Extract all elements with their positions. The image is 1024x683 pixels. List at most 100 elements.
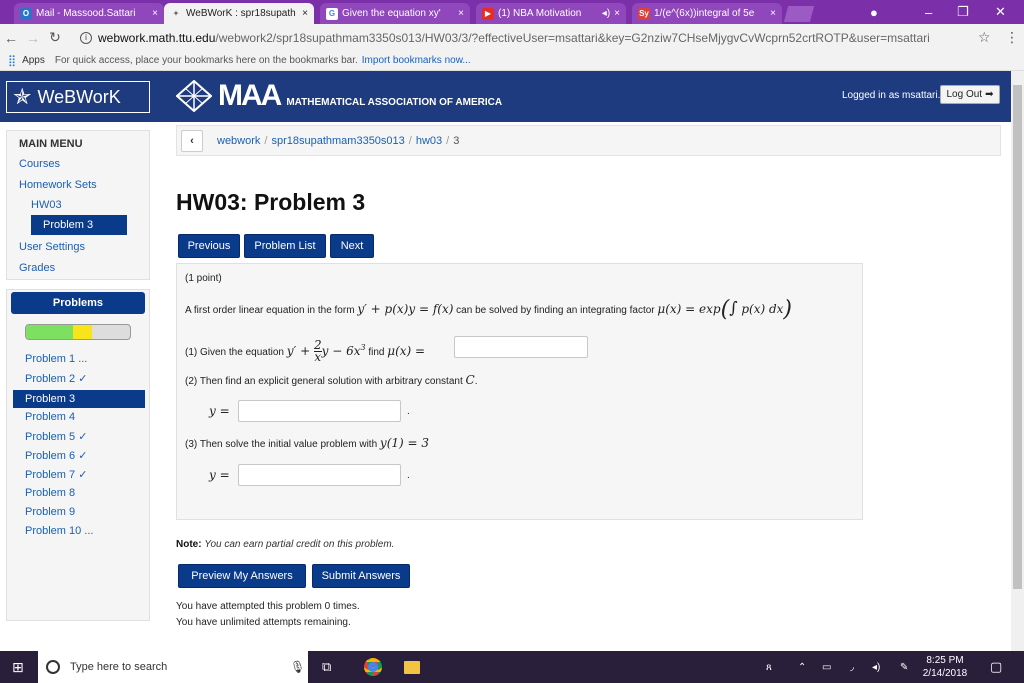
breadcrumb-set[interactable]: hw03 [416, 135, 442, 147]
cortana-icon [46, 660, 60, 674]
attempts-remaining-label: You have unlimited attempts remaining. [176, 617, 351, 628]
close-icon[interactable]: × [458, 8, 464, 19]
action-center-icon[interactable]: ▢ [990, 651, 1002, 683]
next-button[interactable]: Next [330, 234, 374, 258]
maa-icon [176, 80, 212, 112]
tab-youtube[interactable]: ▶ (1) NBA Motivation ◂) × [476, 3, 626, 24]
address-bar-row: ← → ↻ i webwork.math.ttu.edu/webwork2/sp… [0, 24, 1024, 51]
bookmark-star-icon[interactable]: ☆ [978, 29, 991, 46]
volume-icon[interactable]: ◂) [872, 651, 880, 683]
problem-link-5[interactable]: Problem 5 ✓ [25, 430, 87, 443]
pen-icon[interactable]: ✎ [900, 651, 908, 683]
taskbar-clock[interactable]: 8:25 PM 2/14/2018 [920, 654, 970, 680]
problems-panel: Problems Problem 1 ... Problem 2 ✓ Probl… [6, 289, 150, 621]
page-scrollbar[interactable] [1011, 71, 1024, 651]
close-icon[interactable]: × [152, 8, 158, 19]
page-header: ✯ WeBWorK MAA MATHEMATICAL ASSOCIATION O… [0, 71, 1011, 122]
close-icon[interactable]: × [770, 8, 776, 19]
attempts-label: You have attempted this problem 0 times. [176, 601, 360, 612]
tab-webwork[interactable]: ✦ WeBWorK : spr18supath × [164, 3, 314, 24]
ode-form: y′ + p(x)y = f(x) [357, 302, 454, 316]
problem-link-3[interactable]: Problem 3 [13, 390, 145, 408]
chevron-up-icon[interactable]: ⌃ [798, 651, 806, 683]
back-icon[interactable]: ← [0, 30, 22, 46]
close-window-icon[interactable]: ✕ [995, 0, 1006, 24]
y-equals-label-1: y = [209, 404, 230, 418]
progress-bar [25, 324, 131, 340]
wifi-icon[interactable]: ◞ [850, 651, 854, 683]
question-2: (2) Then find an explicit general soluti… [185, 373, 478, 387]
problem-link-8[interactable]: Problem 8 [25, 487, 75, 499]
close-icon[interactable]: × [614, 8, 620, 19]
preview-answers-button[interactable]: Preview My Answers [178, 564, 306, 588]
tab-mail[interactable]: O Mail - Massood.Sattari × [14, 3, 164, 24]
points-label: (1 point) [185, 273, 222, 284]
reload-icon[interactable]: ↻ [44, 29, 66, 46]
apps-link[interactable]: Apps [22, 55, 45, 66]
restore-icon[interactable]: ❐ [957, 0, 969, 24]
minimize-icon[interactable]: – [925, 0, 932, 24]
problem-list-button[interactable]: Problem List [244, 234, 326, 258]
google-icon: G [326, 7, 338, 20]
webwork-star-icon: ✯ [13, 84, 32, 109]
people-icon[interactable]: ጸ [766, 651, 772, 683]
forward-icon[interactable]: → [22, 30, 44, 46]
scrollbar-thumb[interactable] [1013, 85, 1022, 589]
menu-icon[interactable]: ⋮ [1005, 29, 1019, 46]
microphone-icon[interactable]: 🎙 [290, 660, 305, 674]
url-input[interactable]: i webwork.math.ttu.edu/webwork2/spr18sup… [80, 27, 1000, 48]
problem-link-9[interactable]: Problem 9 [25, 506, 75, 518]
problem-link-7[interactable]: Problem 7 ✓ [25, 468, 87, 481]
battery-icon[interactable]: ▭ [822, 651, 831, 683]
mu-answer-input[interactable] [454, 336, 588, 358]
webwork-icon: ✦ [172, 9, 180, 18]
taskbar-search[interactable]: Type here to search 🎙 [38, 651, 308, 683]
windows-taskbar: ⊞ Type here to search 🎙 ⧉ ጸ ⌃ ▭ ◞ ◂) ✎ 8… [0, 651, 1024, 683]
logged-in-label: Logged in as msattari. [842, 90, 941, 101]
back-chevron-icon[interactable]: ‹ [181, 130, 203, 152]
windows-start-icon[interactable]: ⊞ [12, 659, 24, 676]
sidebar-item-user-settings[interactable]: User Settings [19, 241, 85, 253]
webwork-page: ✯ WeBWorK MAA MATHEMATICAL ASSOCIATION O… [0, 71, 1011, 651]
page-title: HW03: Problem 3 [176, 189, 366, 215]
chrome-taskbar-icon[interactable] [364, 651, 382, 683]
main-menu: MAIN MENU Courses Homework Sets HW03 Pro… [6, 130, 150, 280]
ivp-solution-input[interactable] [238, 464, 401, 486]
file-explorer-icon[interactable] [404, 651, 420, 683]
webwork-logo[interactable]: ✯ WeBWorK [6, 81, 150, 113]
equation-1: y′ + 2xy − 6x3 [286, 338, 366, 364]
outlook-icon: O [20, 7, 32, 20]
new-tab-button[interactable] [783, 6, 815, 22]
logout-button[interactable]: Log Out ➡ [940, 85, 1000, 104]
tab-google[interactable]: G Given the equation xy' × [320, 3, 470, 24]
problem-link-2[interactable]: Problem 2 ✓ [25, 372, 87, 385]
sidebar-item-courses[interactable]: Courses [19, 158, 60, 170]
sidebar-item-homework-sets[interactable]: Homework Sets [19, 179, 97, 191]
tab-symbolab[interactable]: Sy 1/(e^(6x))integral of 5e × [632, 3, 782, 24]
sidebar-item-problem3[interactable]: Problem 3 [31, 215, 127, 235]
problem-link-10[interactable]: Problem 10 ... [25, 525, 93, 537]
breadcrumb-webwork[interactable]: webwork [217, 135, 260, 147]
problem-link-4[interactable]: Problem 4 [25, 411, 75, 423]
apps-grid-icon: ⣿ [8, 55, 17, 67]
problems-heading: Problems [11, 292, 145, 314]
sidebar-item-hw03[interactable]: HW03 [31, 199, 62, 211]
import-bookmarks-link[interactable]: Import bookmarks now... [362, 55, 471, 66]
breadcrumb-course[interactable]: spr18supathmam3350s013 [271, 135, 404, 147]
general-solution-input[interactable] [238, 400, 401, 422]
problem-body: (1 point) A first order linear equation … [176, 263, 863, 520]
problem-link-6[interactable]: Problem 6 ✓ [25, 449, 87, 462]
youtube-icon: ▶ [482, 7, 494, 20]
task-view-icon[interactable]: ⧉ [322, 651, 331, 683]
submit-answers-button[interactable]: Submit Answers [312, 564, 410, 588]
problem-link-1[interactable]: Problem 1 ... [25, 353, 87, 365]
symbolab-icon: Sy [638, 7, 650, 20]
breadcrumb: ‹ webwork / spr18supathmam3350s013 / hw0… [176, 125, 1001, 156]
previous-button[interactable]: Previous [178, 234, 240, 258]
audio-icon: ◂) [601, 8, 611, 19]
bookmarks-bar: ⣿ Apps For quick access, place your book… [0, 51, 1024, 71]
close-icon[interactable]: × [302, 8, 308, 19]
maa-logo[interactable]: MAA MATHEMATICAL ASSOCIATION OF AMERICA [176, 79, 502, 113]
profile-icon[interactable]: ● [870, 0, 878, 24]
sidebar-item-grades[interactable]: Grades [19, 262, 55, 274]
